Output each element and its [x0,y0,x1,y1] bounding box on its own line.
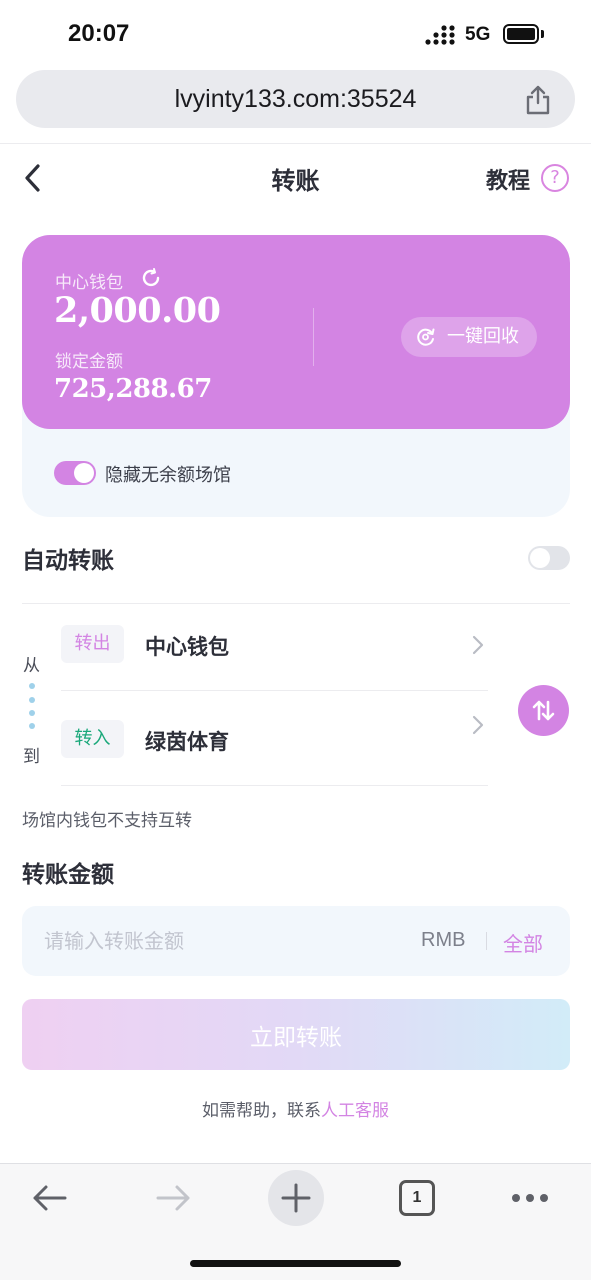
new-tab-button[interactable] [268,1170,324,1226]
divider [61,690,488,691]
help-line: 如需帮助，联系人工客服 [0,1096,591,1121]
all-amount-button[interactable]: 全部 [503,928,543,957]
center-wallet-amount: 2,000.00 [54,290,221,331]
network-type: 5G [465,24,491,45]
nav-back-icon[interactable] [31,1182,69,1214]
swap-button[interactable] [518,685,569,736]
signal-icon [425,25,455,45]
plus-icon [281,1183,311,1213]
divider [22,603,570,604]
divider [0,143,591,144]
amount-input[interactable] [44,906,404,976]
hide-empty-label: 隐藏无余额场馆 [105,465,231,486]
refresh-icon[interactable] [140,267,162,289]
battery-icon [503,24,539,44]
share-icon[interactable] [523,84,553,116]
to-label: 到 [23,747,40,767]
locked-amount: 725,288.67 [54,374,212,404]
currency-label: RMB [421,929,466,951]
more-icon[interactable] [511,1192,549,1204]
amount-title: 转账金额 [22,862,114,888]
from-label: 从 [23,656,40,676]
to-wallet-select[interactable]: 绿茵体育 [145,726,229,756]
chevron-right-icon[interactable] [471,714,485,736]
transfer-out-tag: 转出 [61,625,124,663]
locked-amount-label: 锁定金额 [55,352,123,372]
submit-transfer-button[interactable]: 立即转账 [22,999,570,1070]
connector-dot [29,723,35,729]
status-time: 20:07 [68,20,130,47]
address-bar[interactable]: lvyinty133.com:35524 [16,70,575,128]
recycle-all-label: 一键回收 [447,326,519,347]
divider [61,785,488,786]
tabs-icon[interactable]: 1 [399,1180,435,1216]
hide-empty-toggle[interactable] [54,461,96,485]
auto-transfer-label: 自动转账 [22,548,114,574]
card-divider [313,308,314,366]
from-wallet-select[interactable]: 中心钱包 [145,631,229,661]
tutorial-link[interactable]: 教程 [486,163,530,195]
url-text: lvyinty133.com:35524 [174,85,417,113]
swap-icon [532,700,555,721]
transfer-note: 场馆内钱包不支持互转 [22,811,192,831]
battery-tip [541,30,544,38]
help-text: 如需帮助，联系 [202,1101,321,1121]
separator [486,932,487,950]
customer-service-link[interactable]: 人工客服 [321,1101,389,1121]
connector-dot [29,683,35,689]
home-indicator [190,1260,401,1267]
recycle-icon [417,328,435,346]
chevron-right-icon[interactable] [471,634,485,656]
connector-dot [29,710,35,716]
transfer-in-tag: 转入 [61,720,124,758]
amount-input-box: RMB 全部 [22,906,570,976]
recycle-all-button[interactable]: 一键回收 [401,317,537,357]
auto-transfer-toggle[interactable] [528,546,570,570]
connector-dot [29,697,35,703]
nav-forward-icon[interactable] [154,1182,192,1214]
help-icon[interactable]: ? [541,164,569,192]
